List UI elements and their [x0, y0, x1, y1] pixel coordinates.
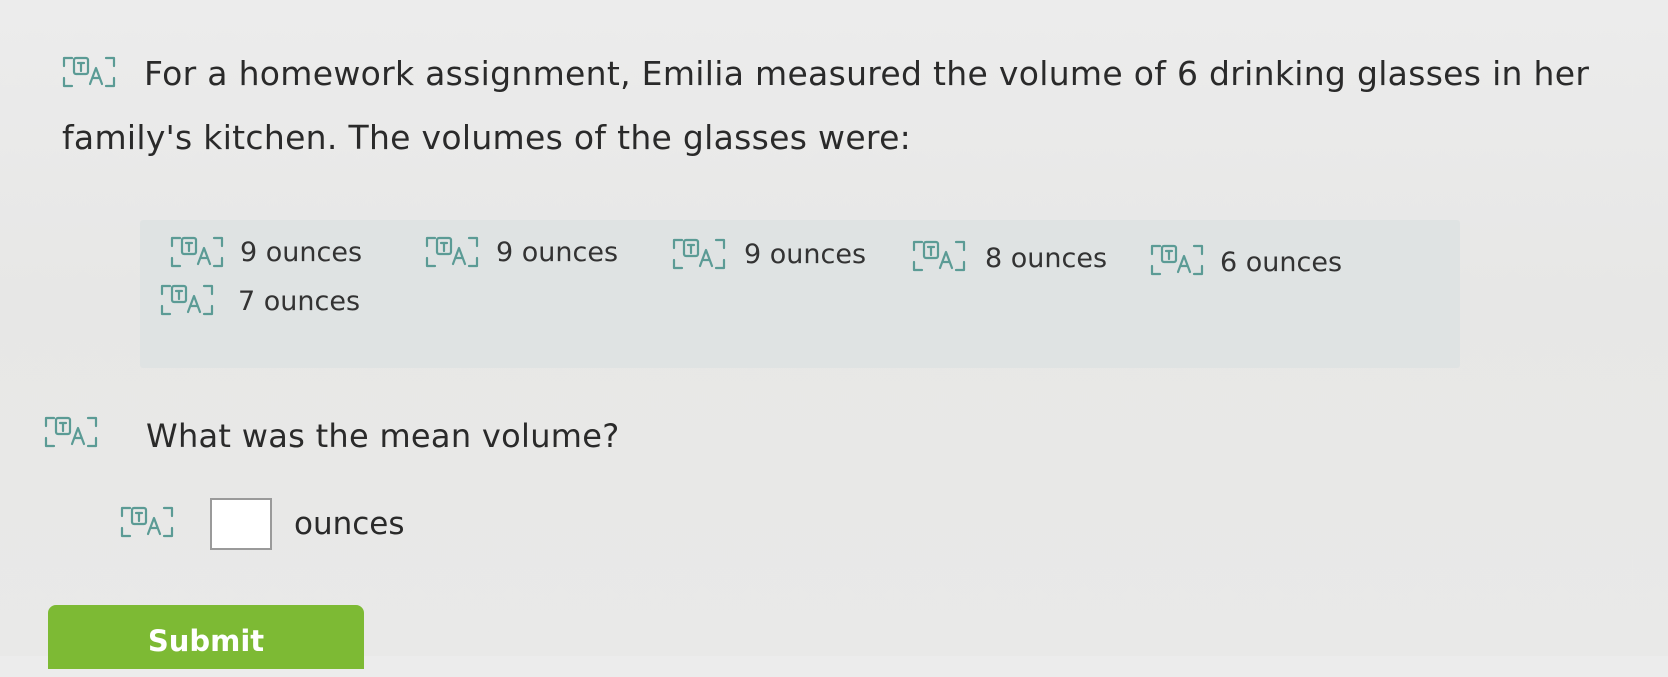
volumes-list: 9 ounces 9 ounces 9 ounces 8 ounces 6 ou…	[140, 220, 1460, 368]
question-text-line2: family's kitchen. The volumes of the gla…	[62, 118, 912, 157]
volume-value: 9 ounces	[496, 237, 619, 268]
translate-icon[interactable]	[158, 280, 216, 320]
volume-value: 8 ounces	[985, 243, 1108, 274]
translate-icon[interactable]	[168, 232, 226, 272]
volume-value: 9 ounces	[240, 237, 363, 268]
question-text-line1: For a homework assignment, Emilia measur…	[144, 54, 1590, 93]
translate-icon[interactable]	[670, 234, 728, 274]
unit-label: ounces	[294, 506, 405, 542]
translate-icon[interactable]	[910, 236, 968, 276]
volume-value: 9 ounces	[744, 239, 867, 270]
answer-input[interactable]	[210, 498, 272, 550]
translate-icon[interactable]	[42, 412, 100, 452]
mean-question: What was the mean volume?	[146, 417, 620, 455]
translate-icon[interactable]	[423, 232, 481, 272]
translate-icon[interactable]	[118, 502, 176, 542]
translate-icon[interactable]	[60, 52, 118, 92]
volume-value: 7 ounces	[238, 286, 361, 317]
volume-value: 6 ounces	[1220, 247, 1343, 278]
submit-button[interactable]: Submit	[48, 605, 364, 669]
translate-icon[interactable]	[1148, 240, 1206, 280]
